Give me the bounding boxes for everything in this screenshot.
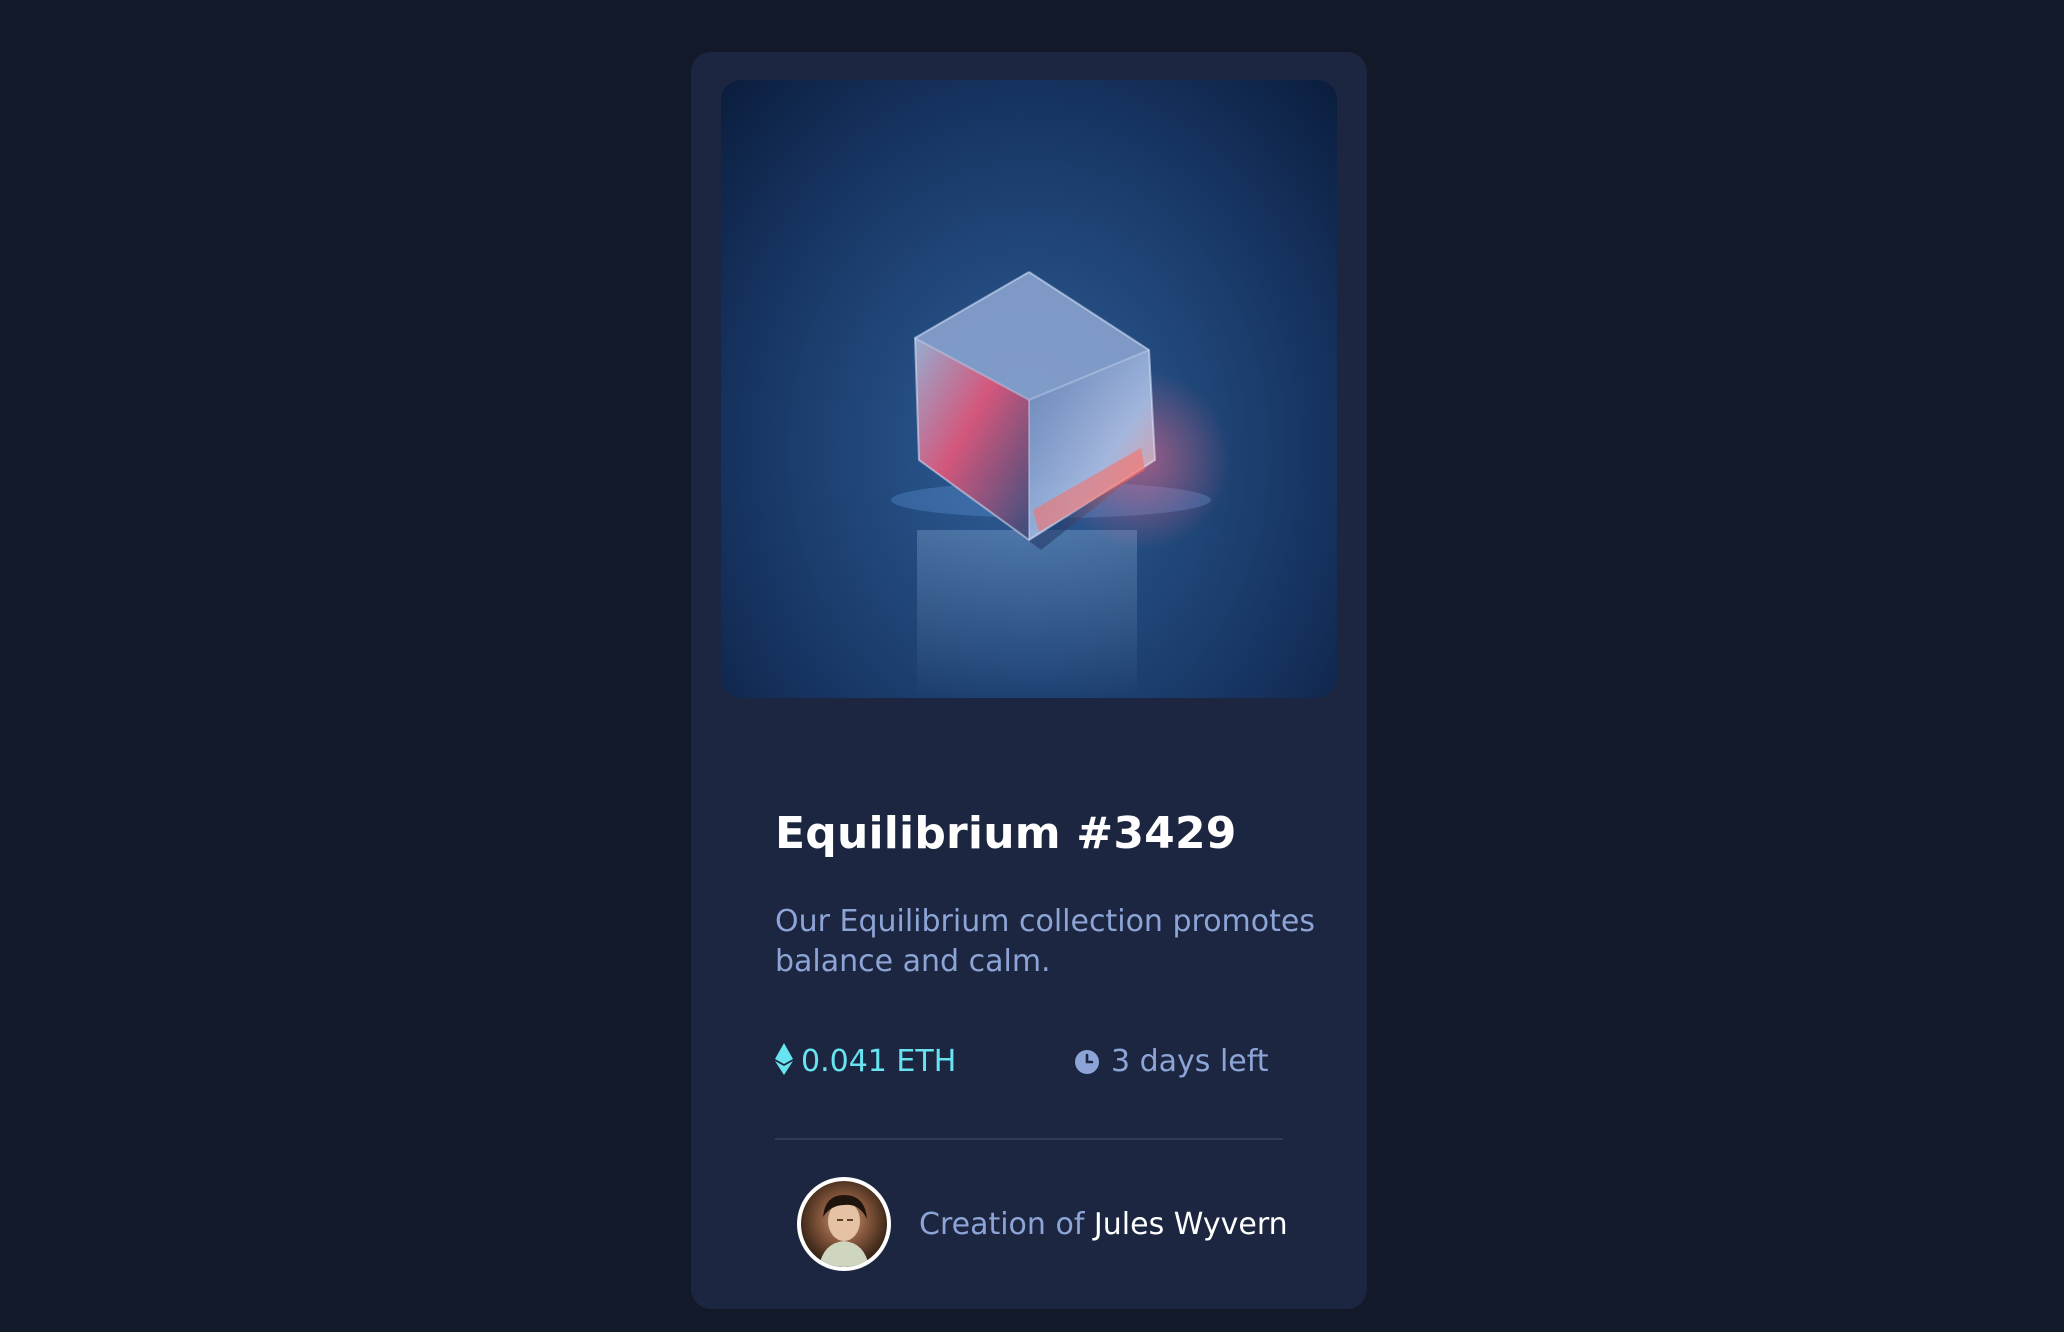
nft-preview-card: Equilibrium #3429 Our Equilibrium collec… [691, 52, 1367, 1309]
price-stat: 0.041 ETH [775, 1042, 957, 1079]
clock-icon [1075, 1047, 1099, 1074]
card-description: Our Equilibrium collection promotes bala… [775, 904, 1315, 979]
creator-text: Creation of Jules Wyvern [919, 1207, 1288, 1242]
price-value: 0.041 ETH [801, 1044, 957, 1079]
divider [775, 1138, 1283, 1140]
ethereum-icon [775, 1042, 793, 1075]
page-background: Equilibrium #3429 Our Equilibrium collec… [0, 0, 2064, 1332]
card-title[interactable]: Equilibrium #3429 [775, 808, 1237, 859]
time-left-value: 3 days left [1111, 1044, 1269, 1079]
avatar [797, 1177, 891, 1271]
creator-attribution: Creation of Jules Wyvern [797, 1176, 1288, 1272]
crystal-cube-illustration [891, 271, 1231, 698]
creator-name-link[interactable]: Jules Wyvern [1094, 1207, 1288, 1242]
creator-prefix: Creation of [919, 1206, 1094, 1242]
card-stats: 0.041 ETH 3 days left [775, 1042, 1295, 1090]
nft-image[interactable] [721, 80, 1337, 698]
time-left-stat: 3 days left [1075, 1044, 1269, 1079]
